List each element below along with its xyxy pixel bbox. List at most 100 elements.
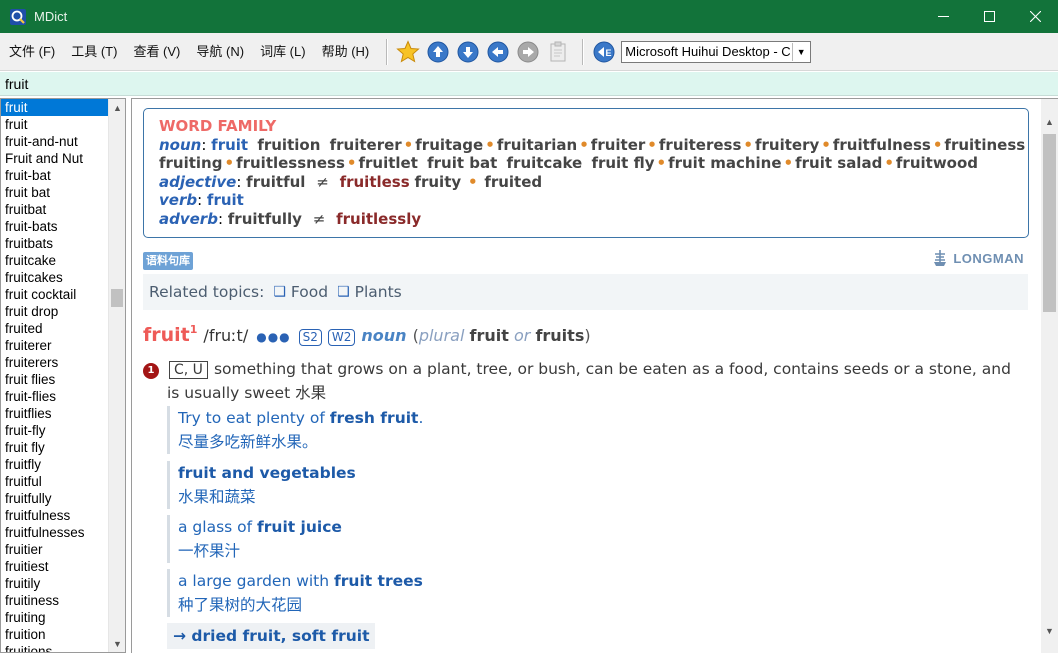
word-list-item[interactable]: fruit-bats [1, 218, 108, 235]
topic-link-food[interactable]: Food [291, 283, 328, 301]
headword: fruit [143, 324, 190, 346]
family-word[interactable]: fruit bat [427, 154, 497, 172]
word-list-item[interactable]: fruiterers [1, 354, 108, 371]
scroll-up-icon[interactable]: ▲ [109, 99, 125, 116]
family-word[interactable]: fruity [414, 173, 461, 191]
word-list-item[interactable]: fruitbats [1, 235, 108, 252]
family-word[interactable]: fruitage [415, 136, 483, 154]
word-list-item[interactable]: fruitily [1, 575, 108, 592]
separator-dot: • [743, 135, 753, 154]
family-word[interactable]: fruitcake [507, 154, 583, 172]
chevron-down-icon[interactable]: ▼ [792, 42, 809, 61]
family-word[interactable]: fruiter [591, 136, 646, 154]
word-list-item[interactable]: fruitful [1, 473, 108, 490]
family-word[interactable]: fruit machine [668, 154, 781, 172]
word-list-item[interactable]: fruitfly [1, 456, 108, 473]
family-word[interactable]: fruit [211, 136, 248, 154]
word-list-item[interactable]: fruit cocktail [1, 286, 108, 303]
maximize-button[interactable] [966, 0, 1012, 33]
family-word[interactable]: fruitery [755, 136, 819, 154]
family-word[interactable]: fruiting [159, 154, 222, 172]
corpus-badge[interactable]: 语料句库 [143, 252, 193, 270]
family-word[interactable]: fruitfulness [833, 136, 931, 154]
family-word[interactable]: fruitlessness [236, 154, 345, 172]
cross-reference-link[interactable]: soft fruit [292, 627, 370, 645]
word-family-noun-line: fruiting • fruitlessness • fruitlet fruit ba… [159, 154, 1012, 173]
word-list-item[interactable]: fruitfulnesses [1, 524, 108, 541]
scroll-down-icon[interactable]: ▼ [1041, 622, 1058, 639]
family-word[interactable]: fruitiness [944, 136, 1025, 154]
word-list-item[interactable]: fruit-and-nut [1, 133, 108, 150]
family-word[interactable]: fruit [207, 191, 244, 209]
word-list-item[interactable]: fruit-fly [1, 422, 108, 439]
previous-entry-button[interactable] [426, 40, 450, 64]
word-list-item[interactable]: fruitcake [1, 252, 108, 269]
family-word[interactable]: fruit fly [591, 154, 654, 172]
search-input[interactable] [2, 74, 1052, 94]
word-list-item[interactable]: fruitions [1, 643, 108, 652]
family-word[interactable]: fruit salad [795, 154, 882, 172]
word-list-item[interactable]: fruitiest [1, 558, 108, 575]
family-word[interactable]: fruitless [340, 173, 410, 191]
minimize-button[interactable] [920, 0, 966, 33]
speaker-icon: E [593, 41, 615, 62]
word-list-item[interactable]: fruit [1, 116, 108, 133]
word-list-item[interactable]: fruit fly [1, 439, 108, 456]
word-list-item[interactable]: fruition [1, 626, 108, 643]
forward-button[interactable] [516, 40, 540, 64]
family-word[interactable]: fruitful [246, 173, 305, 191]
word-list-item[interactable]: fruitcakes [1, 269, 108, 286]
word-list-item[interactable]: fruit-flies [1, 388, 108, 405]
word-list-item[interactable]: fruit bat [1, 184, 108, 201]
speak-button[interactable]: E [592, 40, 616, 64]
word-list-item[interactable]: fruiting [1, 609, 108, 626]
word-list-item[interactable]: fruit-bat [1, 167, 108, 184]
topic-link-plants[interactable]: Plants [355, 283, 402, 301]
word-list-item[interactable]: fruitfully [1, 490, 108, 507]
menu-file[interactable]: 文件 (F) [0, 41, 63, 63]
word-list-item[interactable]: fruited [1, 320, 108, 337]
word-list-item[interactable]: fruit [1, 99, 108, 116]
family-word[interactable]: fruitarian [497, 136, 577, 154]
word-list-item[interactable]: fruitier [1, 541, 108, 558]
example-translation: 种了果树的大花园 [178, 596, 303, 614]
word-list-item[interactable]: fruitiness [1, 592, 108, 609]
content-scrollbar[interactable]: ▲ ▼ [1041, 99, 1058, 653]
family-word[interactable]: fruitlessly [336, 210, 421, 228]
menu-tools[interactable]: 工具 (T) [63, 41, 125, 63]
favorite-button[interactable] [396, 39, 420, 64]
example-translation: 尽量多吃新鲜水果。 [178, 433, 318, 451]
family-word[interactable]: fruition [257, 136, 320, 154]
word-list-scrollbar[interactable]: ▲ ▼ [108, 99, 125, 652]
word-list-item[interactable]: fruiterer [1, 337, 108, 354]
cross-reference-link[interactable]: dried fruit [191, 627, 280, 645]
scrollbar-thumb[interactable] [111, 289, 123, 307]
family-word[interactable]: fruitwood [896, 154, 978, 172]
family-word[interactable]: fruiteress [659, 136, 742, 154]
scroll-up-icon[interactable]: ▲ [1041, 113, 1058, 130]
separator-dot: • [467, 172, 478, 191]
back-button[interactable] [486, 40, 510, 64]
menu-library[interactable]: 词库 (L) [252, 41, 314, 63]
word-list-item[interactable]: Fruit and Nut [1, 150, 108, 167]
word-list-item[interactable]: fruitbat [1, 201, 108, 218]
scrollbar-thumb[interactable] [1043, 134, 1056, 312]
copy-button[interactable] [546, 40, 570, 64]
family-word[interactable]: fruitfully [228, 210, 302, 228]
menu-view[interactable]: 查看 (V) [125, 41, 188, 63]
word-list-item[interactable]: fruit drop [1, 303, 108, 320]
close-button[interactable] [1012, 0, 1058, 33]
word-list-item[interactable]: fruitflies [1, 405, 108, 422]
word-list-item[interactable]: fruit flies [1, 371, 108, 388]
family-word[interactable]: fruited [484, 173, 542, 191]
toolbar-separator [386, 38, 388, 65]
word-list-item[interactable]: fruitfulness [1, 507, 108, 524]
voice-select[interactable]: Microsoft Huihui Desktop - C ▼ [621, 40, 812, 63]
family-word[interactable]: fruitlet [358, 154, 417, 172]
next-entry-button[interactable] [456, 40, 480, 64]
family-word[interactable]: fruiterer [330, 136, 402, 154]
menu-help[interactable]: 帮助 (H) [314, 41, 378, 63]
menu-navigate[interactable]: 导航 (N) [188, 41, 252, 63]
pronunciation[interactable]: /fruːt/ [203, 326, 248, 345]
scroll-down-icon[interactable]: ▼ [109, 635, 125, 652]
